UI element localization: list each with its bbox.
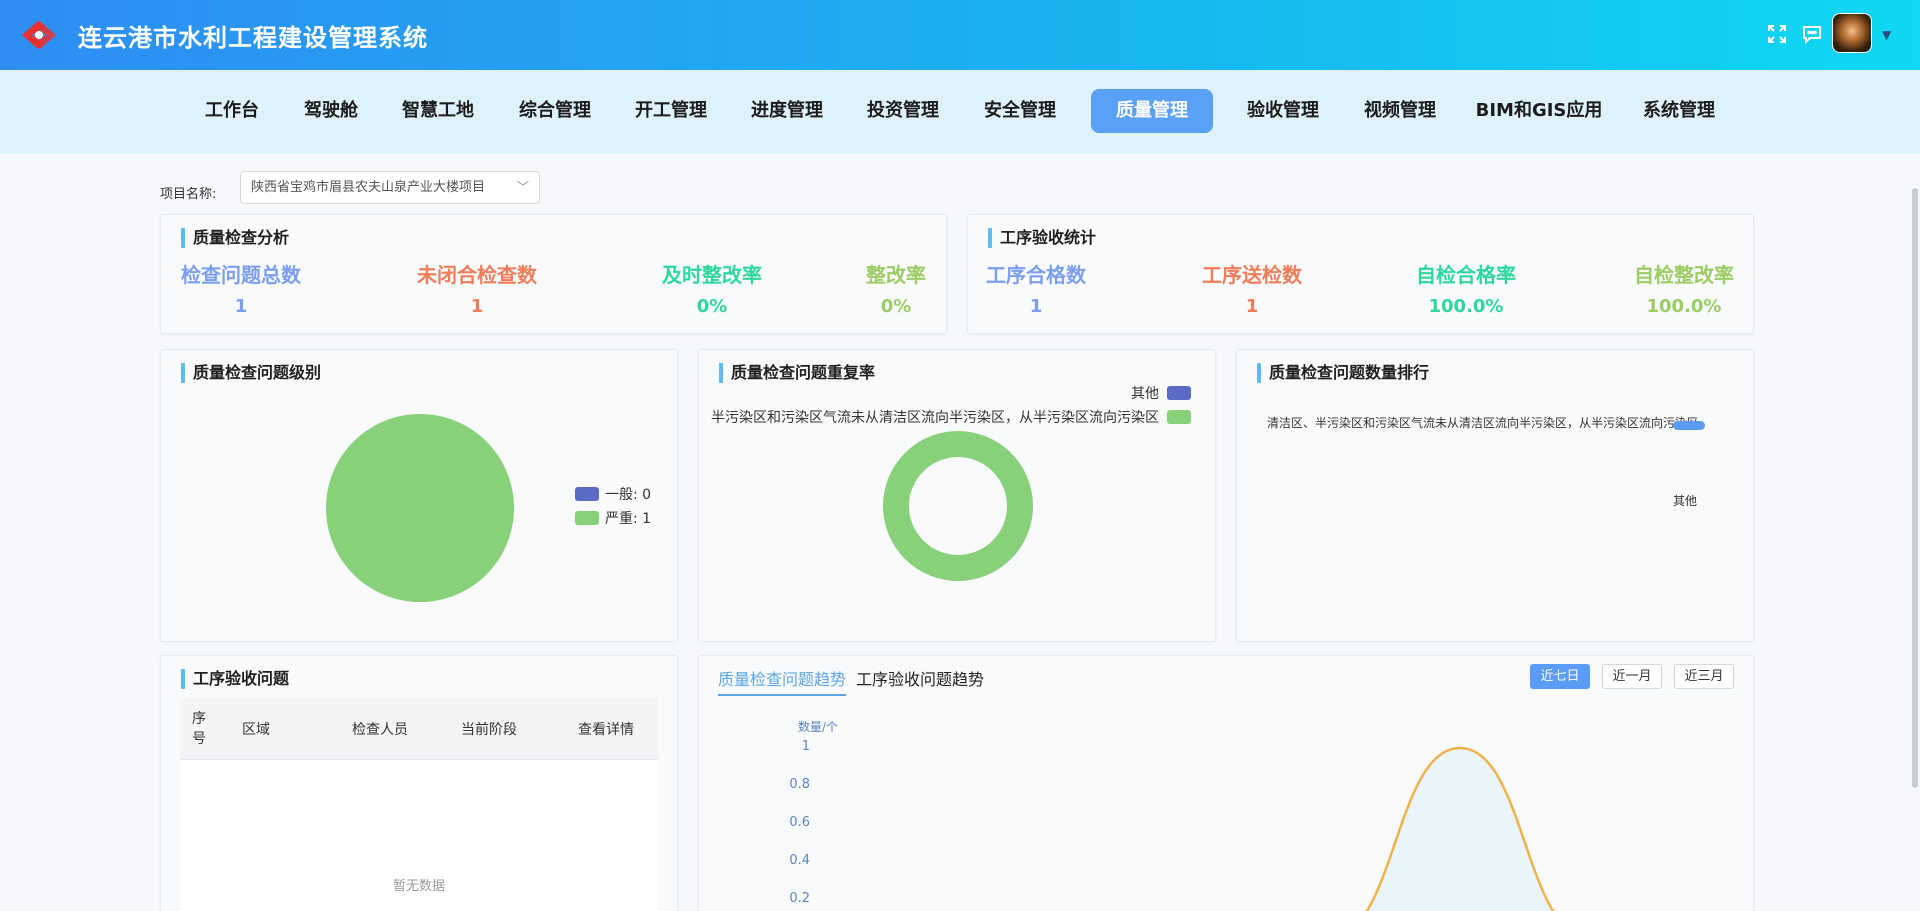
repeat-rate-donut-chart [883,431,1033,581]
card-title: 工序验收问题 [181,668,289,690]
empty-state: 暂无数据 [392,879,445,894]
stat-label: 整改率 [866,263,926,287]
nav-item-smart-site[interactable]: 智慧工地 [393,89,483,133]
stat-process-qualified: 工序合格数 1 [986,259,1086,317]
stat-process-submitted: 工序送检数 1 [1200,259,1304,317]
column-header-area: 区域 [242,722,270,738]
stat-value: 0% [696,296,728,317]
table-header: 序号 区域 检查人员 当前阶段 查看详情 [180,698,658,760]
user-avatar[interactable] [1832,13,1872,53]
stat-rectify-rate: 整改率 0% [861,259,931,317]
donut-slice-airflow [883,431,1033,581]
issue-level-card: 质量检查问题级别 一般: 0 严重: 1 [160,349,678,642]
stat-label: 工序合格数 [986,263,1086,287]
stat-self-pass-rate: 自检合格率 100.0% [1414,259,1518,317]
stat-label: 未闭合检查数 [417,263,537,287]
legend-label: 严重: 1 [605,511,652,527]
nav-item-safety[interactable]: 安全管理 [975,89,1065,133]
column-header-inspector: 检查人员 [352,722,408,738]
issue-ranking-card: 质量检查问题数量排行 清洁区、半污染区和污染区气流未从清洁区流向半污染区，从半污… [1236,349,1754,642]
y-tick-label: 0.4 [789,853,810,868]
y-tick-label: 0.2 [789,891,810,906]
legend-item-general[interactable]: 一般: 0 [575,484,651,504]
column-header-index: 序号 [192,711,206,747]
repeat-rate-card: 质量检查问题重复率 其他 半污染区和污染区气流未从清洁区流向半污染区，从半污染区… [698,349,1216,642]
project-select[interactable]: 陕西省宝鸡市眉县农夫山泉产业大楼项目 ﹀ [240,171,540,204]
column-header-details: 查看详情 [578,722,634,738]
nav-item-workbench[interactable]: 工作台 [191,89,273,133]
app-title: 连云港市水利工程建设管理系统 [78,24,428,52]
pie-slice-severe [326,414,514,602]
stat-value: 1 [470,296,484,317]
logo-icon [22,21,56,49]
stat-self-rectify-rate: 自检整改率 100.0% [1632,259,1736,317]
main-nav: 工作台 驾驶舱 智慧工地 综合管理 开工管理 进度管理 投资管理 安全管理 质量… [0,70,1920,154]
legend-item-severe[interactable]: 严重: 1 [575,508,651,528]
process-stats-card: 工序验收统计 工序合格数 1 工序送检数 1 自检合格率 100.0% 自检整改… [967,214,1754,334]
nav-item-general[interactable]: 综合管理 [510,89,600,133]
range-button-7days[interactable]: 近七日 [1530,664,1590,689]
stat-label: 自检整改率 [1634,263,1734,287]
project-select-value: 陕西省宝鸡市眉县农夫山泉产业大楼项目 [251,180,486,195]
page-scrollbar[interactable] [1912,188,1918,788]
bar-airflow [1673,421,1705,430]
stat-value: 1 [234,296,248,317]
column-header-stage: 当前阶段 [461,722,517,738]
nav-item-investment[interactable]: 投资管理 [858,89,948,133]
fullscreen-icon[interactable] [1765,22,1789,46]
nav-item-progress[interactable]: 进度管理 [742,89,832,133]
stat-timely-rate: 及时整改率 0% [651,259,773,317]
bar-category-label: 其他 [1673,494,1698,508]
stat-value: 0% [880,296,912,317]
tab-quality-trend[interactable]: 质量检查问题趋势 [718,666,847,696]
nav-item-system[interactable]: 系统管理 [1634,89,1724,133]
stat-value: 1 [1029,296,1043,317]
legend-swatch [575,511,599,525]
app-header: 连云港市水利工程建设管理系统 ▼ [0,0,1920,70]
nav-item-cockpit[interactable]: 驾驶舱 [290,89,372,133]
nav-item-video[interactable]: 视频管理 [1355,89,1445,133]
card-title: 质量检查分析 [181,227,289,249]
range-button-3months[interactable]: 近三月 [1674,664,1734,689]
legend-label: 一般: 0 [605,487,652,503]
stat-value: 100.0% [1646,296,1722,317]
stat-label: 工序送检数 [1202,263,1302,287]
trend-card [698,655,1754,911]
quality-analysis-card: 质量检查分析 检查问题总数 1 未闭合检查数 1 及时整改率 0% 整改率 0% [160,214,947,334]
stat-label: 检查问题总数 [181,263,301,287]
stat-value: 1 [1245,296,1259,317]
stat-label: 自检合格率 [1416,263,1516,287]
y-tick-label: 1 [801,739,810,754]
stat-value: 100.0% [1428,296,1504,317]
nav-item-start[interactable]: 开工管理 [626,89,716,133]
nav-item-quality[interactable]: 质量管理 [1091,89,1213,133]
y-tick-label: 0.6 [789,815,810,830]
card-title: 工序验收统计 [988,227,1096,249]
chevron-down-icon: ﹀ [516,180,529,194]
y-axis-label: 数量/个 [798,720,839,734]
nav-item-bim-gis[interactable]: BIM和GIS应用 [1472,89,1606,133]
stat-label: 及时整改率 [662,263,762,287]
stat-total-issues: 检查问题总数 1 [181,259,301,317]
project-label: 项目名称: [160,187,217,202]
y-tick-label: 0.8 [789,777,810,792]
chevron-down-icon[interactable]: ▼ [1882,28,1891,42]
tab-process-trend[interactable]: 工序验收问题趋势 [856,666,984,690]
nav-item-acceptance[interactable]: 验收管理 [1238,89,1328,133]
legend-swatch [575,487,599,501]
message-icon[interactable] [1800,22,1824,46]
table-body: 暂无数据 [180,760,658,911]
range-button-1month[interactable]: 近一月 [1602,664,1662,689]
stat-unclosed: 未闭合检查数 1 [415,259,539,317]
